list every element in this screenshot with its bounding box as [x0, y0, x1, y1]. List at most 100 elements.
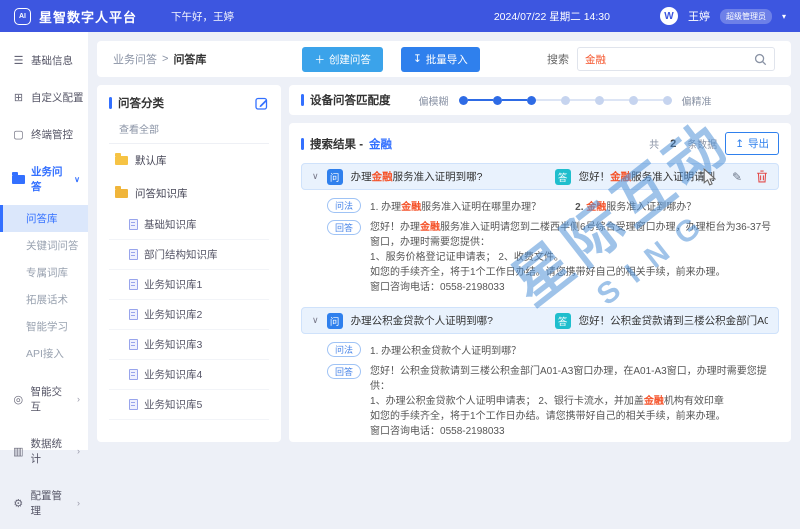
match-degree-slider[interactable]: 偏模糊 偏精准	[419, 93, 712, 108]
sidebar-item-business-qa[interactable]: 业务问答 ∨	[0, 153, 88, 205]
tree-file[interactable]: 业务知识库5	[109, 390, 269, 420]
collapse-chevron-icon[interactable]: ∨	[312, 171, 319, 182]
sidebar-subitem-exclusive-lexicon[interactable]: 专属词库	[0, 259, 88, 286]
ask-variant: 1. 办理金融服务准入证明在哪里办理？	[370, 198, 541, 213]
tree-file[interactable]: 基础知识库	[109, 210, 269, 240]
user-avatar[interactable]: W	[660, 7, 678, 25]
edit-category-icon[interactable]	[255, 96, 269, 110]
sidebar-item-label: 基础信息	[31, 53, 73, 68]
doc-icon	[129, 339, 138, 350]
ask-variant: 1. 办理公积金贷款个人证明到哪？	[370, 342, 521, 357]
results-keyword: 金融	[369, 136, 392, 152]
answer-text: 您好！公积金贷款请到三楼公积金部门A01-A3窗口办理	[579, 313, 768, 328]
question-badge: 问	[327, 169, 343, 185]
export-icon: ↥	[735, 138, 744, 150]
tree-folder-kb[interactable]: 问答知识库	[109, 177, 269, 210]
question-text: 办理金融服务准入证明到哪?	[351, 169, 547, 184]
sidebar-item-terminal-control[interactable]: ▢ 终端管控	[0, 116, 88, 153]
results-title: 搜索结果 -	[310, 136, 363, 152]
tree-file[interactable]: 业务知识库1	[109, 270, 269, 300]
tree-file[interactable]: 业务知识库2	[109, 300, 269, 330]
create-qa-button[interactable]: ＋ 创建问答	[302, 47, 383, 72]
search-results-panel: 搜索结果 - 金融 共2 条数据 ↥ 导出 ∨ 问 办理金融服务准入证明到哪?	[289, 123, 791, 442]
answer-text: 您好！金融服务准入证明请到二楼A区一事联办A05-A10窗口办理	[579, 169, 716, 184]
chevron-right-icon: ›	[77, 498, 80, 508]
answer-tag: 回答	[327, 220, 361, 235]
tree-file-label: 业务知识库4	[144, 367, 202, 382]
answer-badge: 答	[555, 313, 571, 329]
slider-right-label: 偏精准	[682, 93, 712, 108]
question-badge: 问	[327, 313, 343, 329]
ask-tag: 问法	[327, 342, 361, 357]
collapse-chevron-icon[interactable]: ∨	[312, 315, 319, 326]
create-qa-label: 创建问答	[329, 52, 371, 67]
sidebar-subitem-qa-library[interactable]: 问答库	[0, 205, 88, 232]
layers-icon: ☰	[12, 54, 25, 67]
category-panel-title: 问答分类	[118, 95, 164, 111]
search-input[interactable]	[585, 53, 754, 65]
sidebar-item-data-statistics[interactable]: ▥ 数据统计 ›	[0, 425, 88, 477]
doc-icon	[129, 309, 138, 320]
sidebar-item-custom-config[interactable]: ⊞ 自定义配置	[0, 79, 88, 116]
match-degree-title: 设备问答匹配度	[310, 92, 391, 108]
results-count: 2	[670, 138, 676, 150]
category-panel: 问答分类 查看全部 默认库 问答知识库 基础知识库 部门结构知识库 业务知识库1…	[97, 85, 281, 442]
section-accent-bar	[301, 138, 304, 150]
chevron-right-icon: ›	[77, 446, 80, 456]
sidebar-item-label: 业务问答	[31, 164, 68, 194]
tree-file[interactable]: 业务知识库4	[109, 360, 269, 390]
tree-file-label: 业务知识库2	[144, 307, 202, 322]
qa-row-header[interactable]: ∨ 问 办理公积金贷款个人证明到哪? 答 您好！公积金贷款请到三楼公积金部门A0…	[301, 307, 779, 334]
chevron-down-icon: ∨	[74, 175, 80, 184]
qa-row-detail: 问法 1. 办理公积金贷款个人证明到哪？ 回答 您好！公积金贷款请到三楼公积金部…	[301, 334, 779, 442]
sidebar-item-basic-info[interactable]: ☰ 基础信息	[0, 42, 88, 79]
export-button[interactable]: ↥ 导出	[725, 132, 779, 155]
sidebar-item-label: 配置管理	[31, 488, 71, 518]
sidebar-item-label: 终端管控	[31, 127, 73, 142]
answer-detail-text: 您好！办理金融服务准入证明请您到二楼西半侧6号综合受理窗口办理，办理柜台为36-…	[370, 220, 773, 295]
sidebar-item-label: 数据统计	[31, 436, 71, 466]
doc-icon	[129, 219, 138, 230]
plus-icon: ＋	[314, 52, 325, 67]
sidebar-subitem-api-access[interactable]: API接入	[0, 340, 88, 367]
sidebar-item-label: 智能交互	[31, 384, 71, 414]
tree-folder-label: 默认库	[135, 153, 167, 168]
top-bar: AI 星智数字人平台 下午好，王婷 2024/07/22 星期二 14:30 W…	[0, 0, 800, 32]
tree-folder-default[interactable]: 默认库	[109, 144, 269, 177]
datetime-text: 2024/07/22 星期二 14:30	[494, 9, 610, 24]
qa-row-detail: 问法 1. 办理金融服务准入证明在哪里办理？ 2. 金融服务准入证到哪办？ 回答…	[301, 190, 779, 299]
search-label: 搜索	[547, 51, 569, 67]
sidebar-subitem-keyword-qa[interactable]: 关键词问答	[0, 232, 88, 259]
section-accent-bar	[109, 97, 112, 109]
delete-icon[interactable]	[756, 170, 768, 183]
folder-icon	[115, 156, 128, 165]
sidebar-item-smart-interaction[interactable]: ◎ 智能交互 ›	[0, 373, 88, 425]
user-menu-caret-icon[interactable]: ▾	[782, 12, 786, 21]
tree-file[interactable]: 部门结构知识库	[109, 240, 269, 270]
greeting-text: 下午好，王婷	[171, 9, 234, 24]
view-all-link[interactable]: 查看全部	[109, 111, 269, 144]
breadcrumb-parent[interactable]: 业务问答	[113, 51, 157, 67]
tree-file[interactable]: 业务知识库3	[109, 330, 269, 360]
tree-file-label: 业务知识库5	[144, 397, 202, 412]
results-count-suffix: 条数据	[687, 136, 717, 151]
grid-icon: ⊞	[12, 91, 25, 104]
qa-row-header[interactable]: ∨ 问 办理金融服务准入证明到哪? 答 您好！金融服务准入证明请到二楼A区一事联…	[301, 163, 779, 190]
edit-icon[interactable]: ✎	[732, 170, 742, 184]
search-icon[interactable]	[754, 53, 767, 66]
batch-import-button[interactable]: ↧ 批量导入	[401, 47, 480, 72]
sidebar-subitem-scripts[interactable]: 拓展话术	[0, 286, 88, 313]
sidebar-item-config-management[interactable]: ⚙ 配置管理 ›	[0, 477, 88, 529]
question-text: 办理公积金贷款个人证明到哪?	[351, 313, 547, 328]
user-name: 王婷	[688, 8, 710, 24]
slider-left-label: 偏模糊	[419, 93, 449, 108]
match-degree-panel: 设备问答匹配度 偏模糊 偏精准	[289, 85, 791, 115]
doc-icon	[129, 279, 138, 290]
monitor-icon: ▢	[12, 128, 25, 141]
sidebar-subitem-smart-learning[interactable]: 智能学习	[0, 313, 88, 340]
results-count-prefix: 共	[649, 136, 659, 151]
tree-file-label: 业务知识库1	[144, 277, 202, 292]
search-box	[577, 47, 775, 71]
main-content: 业务问答 > 问答库 ＋ 创建问答 ↧ 批量导入 搜索 问答分类 查看全部	[88, 32, 800, 450]
tree-file-label: 基础知识库	[144, 217, 197, 232]
